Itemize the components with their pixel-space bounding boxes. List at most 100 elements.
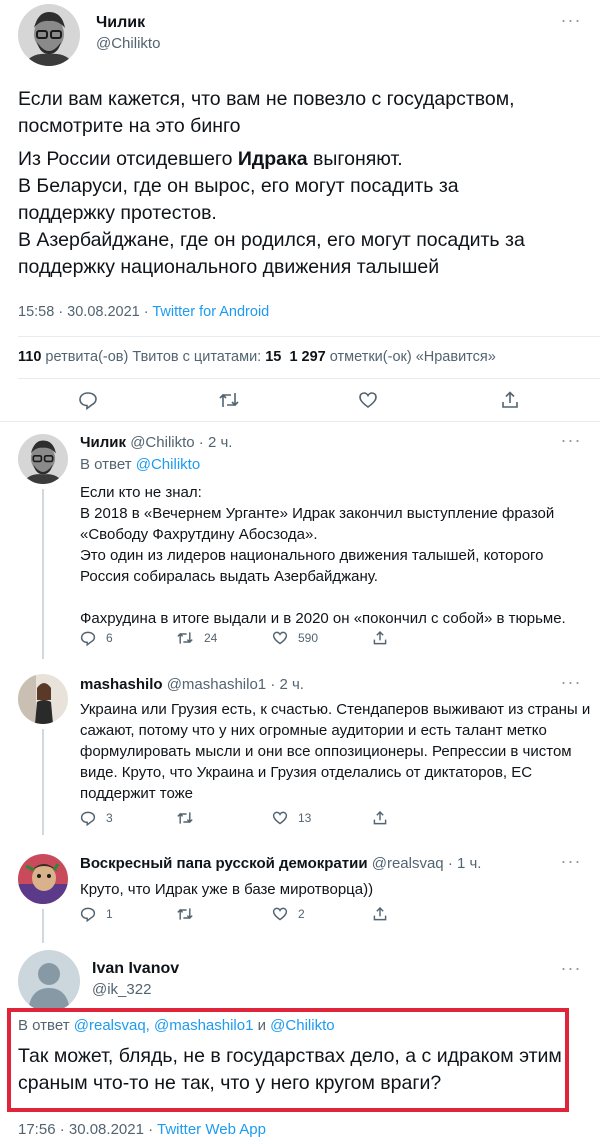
like-button[interactable]: 2 xyxy=(272,906,305,922)
author-name[interactable]: Чилик xyxy=(80,434,126,451)
tweet-timestamp[interactable]: 17:56 · 30.08.2021 · xyxy=(18,1121,157,1138)
reply-to: В ответ @realsvaq, @mashashilo1 и @Chili… xyxy=(18,1017,335,1034)
divider xyxy=(18,378,600,379)
reply-to-handles[interactable]: @realsvaq, @mashashilo1 xyxy=(74,1017,254,1034)
reply-button[interactable]: 6 xyxy=(80,630,113,646)
tweet-text-part: Из России отсидевшего xyxy=(18,148,238,170)
reply-count: 1 xyxy=(106,907,113,921)
reply-button[interactable]: 1 xyxy=(80,906,113,922)
like-label: отметки(-ок) «Нравится» xyxy=(325,349,496,365)
share-button[interactable] xyxy=(372,906,388,922)
share-button[interactable] xyxy=(372,630,388,646)
author-handle[interactable]: @Chilikto xyxy=(96,35,160,52)
more-options-icon[interactable]: ··· xyxy=(560,10,582,31)
like-count: 2 xyxy=(298,907,305,921)
author-handle[interactable]: @Chilikto xyxy=(130,434,194,451)
tweet-meta: 15:58 · 30.08.2021 · Twitter for Android xyxy=(18,304,269,320)
tweet-stats: 110 ретвита(-ов) Твитов с цитатами: 15 1… xyxy=(18,349,496,365)
retweet-icon xyxy=(177,812,193,824)
retweet-button[interactable]: 24 xyxy=(176,630,217,646)
tweet-text: Круто, что Идрак уже в базе миротворца)) xyxy=(80,881,374,898)
tweet-line: В 2018 в «Вечернем Урганте» Идрак законч… xyxy=(80,505,555,543)
heart-icon xyxy=(359,392,377,409)
tweet-text: В Азербайджане, где он родился, его могу… xyxy=(18,229,525,278)
author-name[interactable]: Ivan Ivanov xyxy=(92,960,179,978)
reply-button[interactable] xyxy=(78,390,98,410)
reply-count: 3 xyxy=(106,811,113,825)
tweet-text: Если кто не знал: В 2018 в «Вечернем Ург… xyxy=(80,482,595,629)
reply-icon xyxy=(80,811,96,826)
author-name[interactable]: mashashilo xyxy=(80,676,163,693)
tweet-timestamp[interactable]: 15:58 · 30.08.2021 · xyxy=(18,304,152,320)
like-button[interactable]: 590 xyxy=(272,630,318,646)
share-button[interactable] xyxy=(372,810,388,826)
more-options-icon[interactable]: ··· xyxy=(560,430,582,451)
tweet-time[interactable]: · 2 ч. xyxy=(195,434,233,451)
tweet-line: Это один из лидеров национального движен… xyxy=(80,547,544,585)
retweet-count: 24 xyxy=(204,631,218,645)
reply-icon xyxy=(80,631,96,646)
tweet-meta: 17:56 · 30.08.2021 · Twitter Web App xyxy=(18,1121,266,1138)
retweet-count[interactable]: 110 xyxy=(18,349,41,365)
divider xyxy=(18,336,600,337)
retweet-icon xyxy=(219,393,239,407)
thread-line xyxy=(42,489,44,659)
like-count[interactable]: 1 297 xyxy=(289,349,325,365)
tweet-text-bold: Идрака xyxy=(237,148,308,170)
avatar[interactable] xyxy=(18,854,68,904)
reply-icon xyxy=(79,392,97,410)
thread-line xyxy=(42,909,44,943)
avatar[interactable] xyxy=(18,4,80,66)
like-count: 13 xyxy=(298,811,312,825)
tweet-line: Фахрудина в итоге выдали и в 2020 он «по… xyxy=(80,610,566,627)
reply-to-handle[interactable]: @Chilikto xyxy=(136,456,200,473)
share-icon xyxy=(502,391,518,408)
author-name[interactable]: Чилик xyxy=(96,14,145,32)
tweet-text-part: выгоняют. xyxy=(307,148,403,170)
heart-icon xyxy=(272,907,288,921)
reply-header: Воскресный папа русской демократии @real… xyxy=(80,855,481,872)
like-count: 590 xyxy=(298,631,319,645)
tweet-text: В Беларуси, где он вырос, его могут поса… xyxy=(18,175,459,224)
tweet-time[interactable]: · 1 ч. xyxy=(444,855,482,872)
more-options-icon[interactable]: ··· xyxy=(560,672,582,693)
avatar[interactable] xyxy=(18,434,68,484)
reply-to-label: В ответ xyxy=(80,456,136,473)
tweet-source-link[interactable]: Twitter for Android xyxy=(152,304,269,320)
reply-header: Чилик @Chilikto · 2 ч. xyxy=(80,434,232,451)
retweet-label: ретвита(-ов) Твитов с цитатами: xyxy=(41,349,266,365)
retweet-icon xyxy=(177,908,193,920)
share-icon xyxy=(373,630,387,645)
retweet-button[interactable] xyxy=(218,390,240,410)
tweet-text: Если вам кажется, что вам не повезло с г… xyxy=(18,88,515,137)
reply-to-and: и xyxy=(253,1017,271,1034)
tweet-text: Так может, блядь, не в государствах дело… xyxy=(18,1045,562,1094)
reply-to-label: В ответ xyxy=(18,1017,74,1034)
retweet-button[interactable] xyxy=(176,906,194,922)
author-name[interactable]: Воскресный папа русской демократии xyxy=(80,855,368,872)
thread-line xyxy=(42,729,44,835)
more-options-icon[interactable]: ··· xyxy=(560,958,582,979)
avatar[interactable] xyxy=(18,950,80,1012)
heart-icon xyxy=(272,631,288,645)
reply-icon xyxy=(80,907,96,922)
tweet-line: Если кто не знал: xyxy=(80,484,202,501)
more-options-icon[interactable]: ··· xyxy=(560,851,582,872)
tweet-time[interactable]: · 2 ч. xyxy=(266,676,304,693)
heart-icon xyxy=(272,811,288,825)
share-button[interactable] xyxy=(500,390,520,410)
retweet-button[interactable] xyxy=(176,810,194,826)
like-button[interactable] xyxy=(358,390,378,410)
author-handle[interactable]: @realsvaq xyxy=(372,855,444,872)
tweet-source-link[interactable]: Twitter Web App xyxy=(157,1121,266,1138)
like-button[interactable]: 13 xyxy=(272,810,311,826)
divider xyxy=(0,421,600,422)
reply-to-handle[interactable]: @Chilikto xyxy=(270,1017,334,1034)
avatar[interactable] xyxy=(18,674,68,724)
reply-count: 6 xyxy=(106,631,113,645)
author-handle[interactable]: @mashashilo1 xyxy=(167,676,266,693)
quote-count[interactable]: 15 xyxy=(265,349,281,365)
reply-header: mashashilo @mashashilo1 · 2 ч. xyxy=(80,676,304,693)
reply-button[interactable]: 3 xyxy=(80,810,113,826)
author-handle[interactable]: @ik_322 xyxy=(92,981,151,998)
